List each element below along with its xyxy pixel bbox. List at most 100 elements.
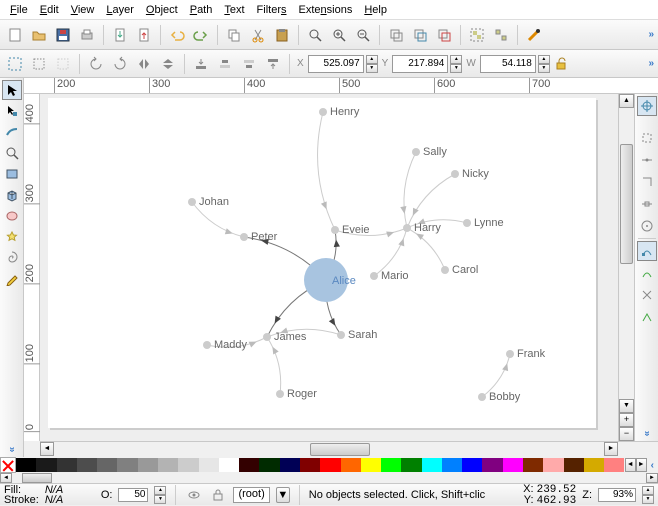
scrollbar-vertical[interactable]: ▲ ▼ + − — [618, 94, 634, 441]
swatch[interactable] — [36, 458, 56, 472]
y-input[interactable] — [392, 55, 448, 73]
copy-icon[interactable] — [223, 24, 245, 46]
clone-icon[interactable] — [409, 24, 431, 46]
w-input[interactable] — [480, 55, 536, 73]
zoom-out-icon[interactable] — [352, 24, 374, 46]
flip-v-icon[interactable] — [157, 53, 179, 75]
tool-select[interactable] — [2, 80, 22, 100]
swatch[interactable] — [138, 458, 158, 472]
snap-enable-icon[interactable] — [637, 96, 657, 116]
open-icon[interactable] — [28, 24, 50, 46]
swatch[interactable] — [604, 458, 624, 472]
swatch[interactable] — [401, 458, 421, 472]
x-spinner[interactable]: ▲▼ — [366, 55, 378, 73]
fill-stroke-icon[interactable] — [523, 24, 545, 46]
layer-selector[interactable]: (root) — [233, 487, 269, 503]
menu-file[interactable]: File — [4, 2, 34, 18]
y-spinner[interactable]: ▲▼ — [450, 55, 462, 73]
snap-bbox-icon[interactable] — [637, 128, 657, 148]
swatch[interactable] — [57, 458, 77, 472]
raise-icon[interactable] — [238, 53, 260, 75]
snap-edge-icon[interactable] — [637, 150, 657, 170]
canvas-viewport[interactable]: AliceHenrySallyNickyJohanPeterEveieHarry… — [40, 94, 618, 441]
import-icon[interactable] — [109, 24, 131, 46]
tool-spiral[interactable] — [2, 248, 22, 268]
swatch[interactable] — [219, 458, 239, 472]
undo-icon[interactable] — [166, 24, 188, 46]
menu-text[interactable]: Text — [218, 2, 250, 18]
tool-3dbox[interactable] — [2, 185, 22, 205]
scrollbar-horizontal[interactable]: ◄ ► — [40, 441, 618, 457]
swatch[interactable] — [503, 458, 523, 472]
new-icon[interactable] — [4, 24, 26, 46]
swatch[interactable] — [462, 458, 482, 472]
swatch[interactable] — [361, 458, 381, 472]
palette-scroll[interactable]: ◄► — [625, 458, 647, 472]
swatch[interactable] — [239, 458, 259, 472]
swatch[interactable] — [300, 458, 320, 472]
swatch[interactable] — [584, 458, 604, 472]
swatch[interactable] — [117, 458, 137, 472]
menu-object[interactable]: Object — [140, 2, 184, 18]
duplicate-icon[interactable] — [385, 24, 407, 46]
palette-menu-icon[interactable]: ‹ — [647, 460, 658, 471]
tool-zoom[interactable] — [2, 143, 22, 163]
swatch[interactable] — [341, 458, 361, 472]
snap-mid-icon[interactable] — [637, 194, 657, 214]
menu-edit[interactable]: Edit — [34, 2, 65, 18]
group-icon[interactable] — [466, 24, 488, 46]
opacity-spinner[interactable]: ▲▼ — [154, 486, 166, 504]
swatch[interactable] — [564, 458, 584, 472]
tool-rect[interactable] — [2, 164, 22, 184]
lock-icon[interactable] — [552, 55, 570, 73]
menu-layer[interactable]: Layer — [100, 2, 140, 18]
zoom-in-icon[interactable] — [328, 24, 350, 46]
unlink-icon[interactable] — [433, 24, 455, 46]
swatch[interactable] — [158, 458, 178, 472]
redo-icon[interactable] — [190, 24, 212, 46]
menu-path[interactable]: Path — [184, 2, 219, 18]
no-fill-swatch[interactable] — [0, 457, 16, 473]
select-rect-icon[interactable] — [28, 53, 50, 75]
menu-extensions[interactable]: Extensions — [293, 2, 359, 18]
menu-view[interactable]: View — [65, 2, 101, 18]
w-spinner[interactable]: ▲▼ — [538, 55, 550, 73]
snap-path-icon[interactable] — [637, 263, 657, 283]
zoom-input[interactable] — [598, 488, 636, 502]
opacity-input[interactable] — [118, 488, 148, 502]
print-icon[interactable] — [76, 24, 98, 46]
snap-center-icon[interactable] — [637, 216, 657, 236]
layer-dropdown-icon[interactable]: ▼ — [276, 487, 290, 503]
swatch[interactable] — [543, 458, 563, 472]
layer-lock-icon[interactable] — [209, 486, 227, 504]
snap-cusp-icon[interactable] — [637, 307, 657, 327]
snap-corner-icon[interactable] — [637, 172, 657, 192]
ungroup-icon[interactable] — [490, 24, 512, 46]
lower-bottom-icon[interactable] — [190, 53, 212, 75]
select-all-icon[interactable] — [4, 53, 26, 75]
paste-icon[interactable] — [271, 24, 293, 46]
raise-top-icon[interactable] — [262, 53, 284, 75]
swatch[interactable] — [482, 458, 502, 472]
lower-icon[interactable] — [214, 53, 236, 75]
swatch[interactable] — [422, 458, 442, 472]
toolbar-overflow-icon[interactable]: » — [648, 29, 654, 40]
tool-tweak[interactable] — [2, 122, 22, 142]
swatch[interactable] — [320, 458, 340, 472]
snap-nodes-icon[interactable] — [637, 241, 657, 261]
layer-visibility-icon[interactable] — [185, 486, 203, 504]
menu-filters[interactable]: Filters — [251, 2, 293, 18]
swatch[interactable] — [77, 458, 97, 472]
swatch[interactable] — [16, 458, 36, 472]
swatch[interactable] — [280, 458, 300, 472]
tool-ellipse[interactable] — [2, 206, 22, 226]
rotate-cw-icon[interactable] — [109, 53, 131, 75]
zoom-spinner[interactable]: ▲▼ — [642, 486, 654, 504]
swatch[interactable] — [97, 458, 117, 472]
options-overflow-icon[interactable]: » — [648, 58, 654, 69]
deselect-icon[interactable] — [52, 53, 74, 75]
zoom-fit-icon[interactable] — [304, 24, 326, 46]
swatch[interactable] — [442, 458, 462, 472]
cut-icon[interactable] — [247, 24, 269, 46]
swatch[interactable] — [523, 458, 543, 472]
